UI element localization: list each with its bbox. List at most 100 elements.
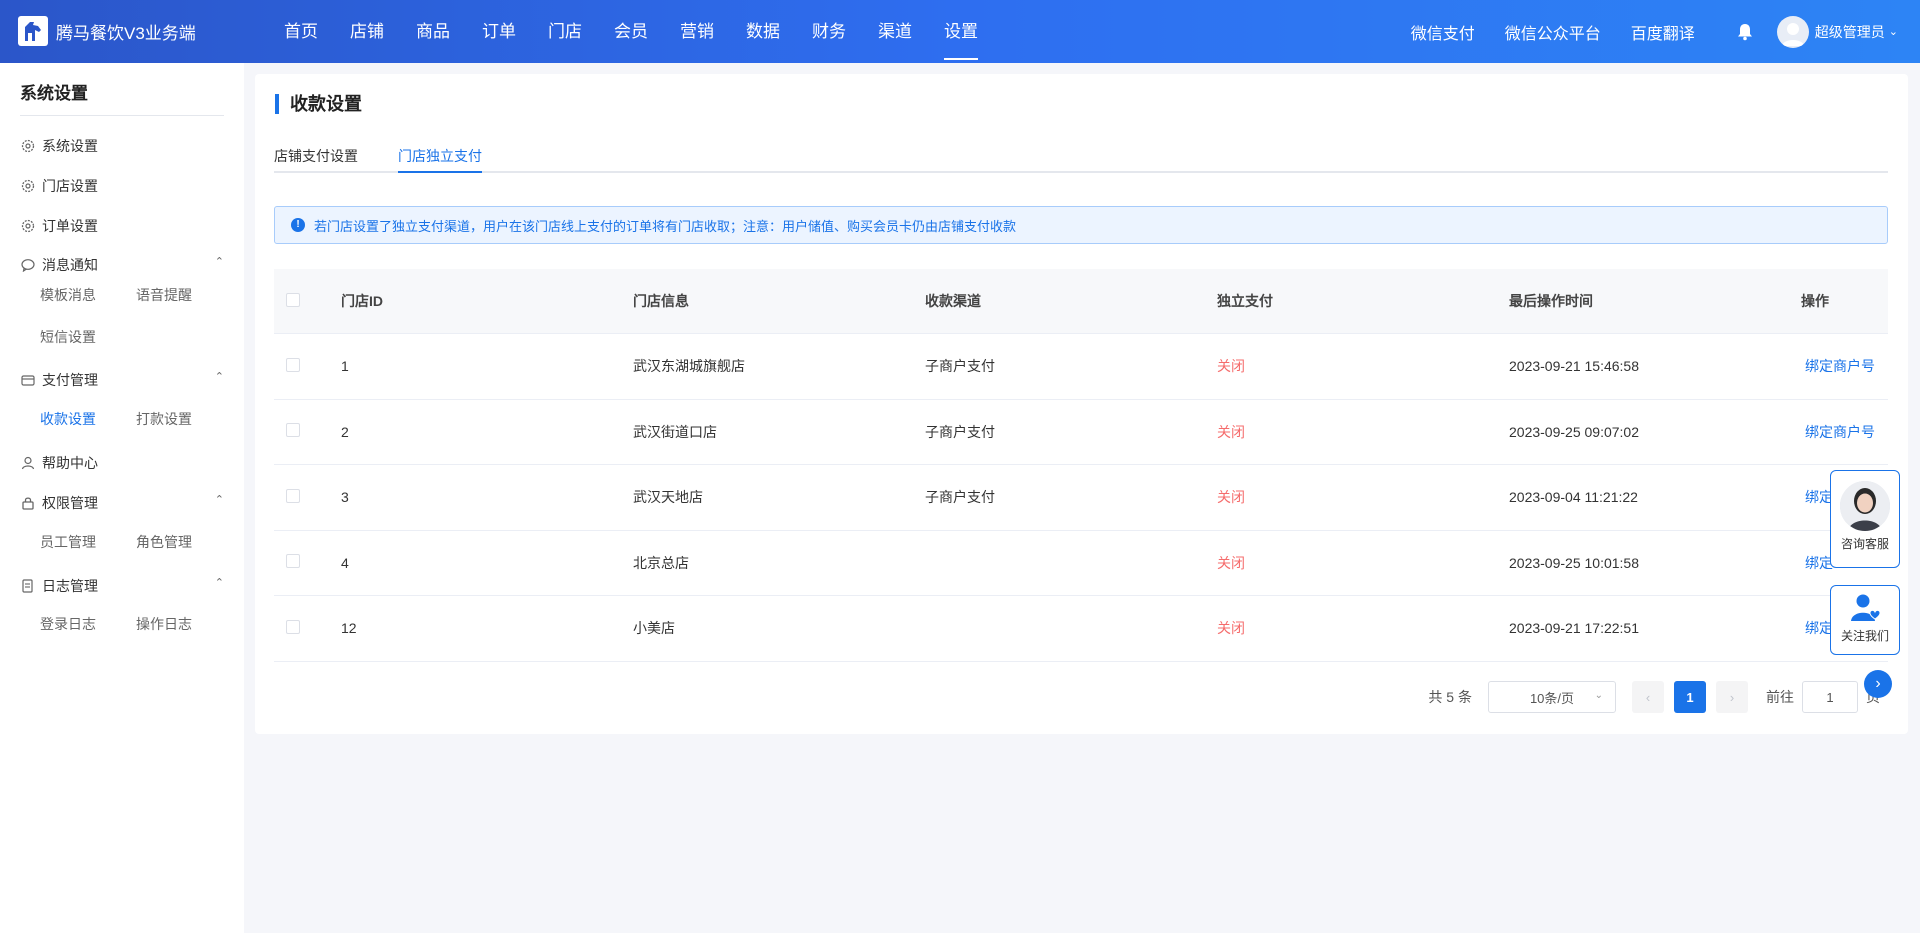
row-checkbox[interactable] bbox=[286, 423, 300, 438]
nav-channels[interactable]: 渠道 bbox=[862, 0, 928, 63]
sidebar-divider bbox=[20, 115, 224, 116]
goto-page-input[interactable]: 1 bbox=[1802, 681, 1858, 713]
table-header: 门店ID 门店信息 收款渠道 独立支付 最后操作时间 操作 bbox=[274, 269, 1888, 334]
stores-table: 门店ID 门店信息 收款渠道 独立支付 最后操作时间 操作 1 武汉东湖城旗舰店… bbox=[274, 269, 1888, 662]
chevron-up-icon: ⌃ bbox=[214, 577, 224, 589]
sidebar-sub-staff[interactable]: 员工管理 bbox=[40, 532, 96, 552]
sidebar-item-permissions[interactable]: 权限管理 ⌃ bbox=[20, 493, 224, 513]
row-checkbox[interactable] bbox=[286, 488, 300, 503]
row-checkbox[interactable] bbox=[286, 554, 300, 569]
log-icon bbox=[20, 578, 36, 594]
next-page-button[interactable]: › bbox=[1716, 681, 1748, 713]
user-name: 超级管理员 bbox=[1814, 23, 1885, 40]
chevron-up-icon: ⌃ bbox=[214, 256, 224, 268]
row-checkbox[interactable] bbox=[286, 619, 300, 634]
cell-id: 2 bbox=[341, 423, 349, 440]
nav-data[interactable]: 数据 bbox=[730, 0, 796, 63]
page-title: 收款设置 bbox=[275, 94, 362, 114]
col-store-id: 门店ID bbox=[341, 293, 383, 309]
sidebar-sub-login-log[interactable]: 登录日志 bbox=[40, 614, 96, 634]
nav-settings[interactable]: 设置 bbox=[928, 0, 994, 63]
sidebar-item-order[interactable]: 订单设置 bbox=[20, 216, 224, 236]
gear-icon bbox=[20, 138, 36, 154]
sidebar-sub-sms[interactable]: 短信设置 bbox=[40, 327, 96, 347]
tab-store-independent-payment[interactable]: 门店独立支付 bbox=[398, 146, 482, 173]
baidu-translate-link[interactable]: 百度翻译 bbox=[1631, 20, 1695, 44]
bind-merchant-link[interactable]: 绑定 bbox=[1801, 620, 1833, 636]
gear-icon bbox=[20, 178, 36, 194]
prev-page-button[interactable]: ‹ bbox=[1632, 681, 1664, 713]
page-number-button[interactable]: 1 bbox=[1674, 681, 1706, 713]
chevron-up-icon: ⌃ bbox=[214, 371, 224, 383]
col-action: 操作 bbox=[1801, 293, 1829, 309]
pagination: 共 5 条 10条/页 ⌄ ‹ 1 › 前往 1 页 bbox=[1428, 681, 1880, 713]
cell-time: 2023-09-21 15:46:58 bbox=[1509, 358, 1639, 375]
col-last-time: 最后操作时间 bbox=[1509, 293, 1593, 309]
select-all-checkbox[interactable] bbox=[286, 292, 300, 307]
follow-us-widget[interactable]: 关注我们 bbox=[1830, 585, 1900, 655]
nav-orders[interactable]: 订单 bbox=[466, 0, 532, 63]
cell-info: 武汉东湖城旗舰店 bbox=[633, 358, 745, 375]
nav-marketing[interactable]: 营销 bbox=[664, 0, 730, 63]
sidebar-sub-collection[interactable]: 收款设置 bbox=[40, 409, 96, 429]
header-right: 微信支付 微信公众平台 百度翻译 超级管理员 ⌄ bbox=[1411, 0, 1920, 63]
cell-status: 关闭 bbox=[1217, 554, 1245, 571]
sidebar-sub-template-msg[interactable]: 模板消息 bbox=[40, 285, 96, 305]
row-checkbox[interactable] bbox=[286, 357, 300, 372]
wechat-pay-link[interactable]: 微信支付 bbox=[1411, 20, 1475, 44]
bind-merchant-link[interactable]: 绑定商户号 bbox=[1801, 424, 1875, 440]
total-count: 共 5 条 bbox=[1428, 689, 1472, 705]
bind-merchant-link[interactable]: 绑定商户号 bbox=[1801, 358, 1875, 374]
tab-shop-payment[interactable]: 店铺支付设置 bbox=[274, 146, 358, 173]
sidebar-item-logs[interactable]: 日志管理 ⌃ bbox=[20, 576, 224, 596]
cell-status: 关闭 bbox=[1217, 620, 1245, 637]
sidebar-item-store[interactable]: 门店设置 bbox=[20, 176, 224, 196]
nav-home[interactable]: 首页 bbox=[268, 0, 334, 63]
sidebar-item-label: 订单设置 bbox=[42, 218, 98, 234]
chevron-right-icon[interactable]: › bbox=[1864, 670, 1892, 698]
sidebar: 系统设置 系统设置 门店设置 订单设置 消息通知 ⌃ 模板消息 语音提醒 短信设… bbox=[0, 63, 244, 933]
brand[interactable]: 腾马餐饮V3业务端 bbox=[18, 16, 196, 46]
cell-id: 3 bbox=[341, 489, 349, 506]
sidebar-item-label: 系统设置 bbox=[42, 138, 98, 154]
sidebar-sub-voice-alert[interactable]: 语音提醒 bbox=[136, 285, 192, 305]
chevron-up-icon: ⌃ bbox=[214, 494, 224, 506]
nav-stores[interactable]: 门店 bbox=[532, 0, 598, 63]
sidebar-item-system[interactable]: 系统设置 bbox=[20, 136, 224, 156]
nav-shop[interactable]: 店铺 bbox=[334, 0, 400, 63]
sidebar-sub-payout[interactable]: 打款设置 bbox=[136, 409, 192, 429]
cell-time: 2023-09-21 17:22:51 bbox=[1509, 620, 1639, 637]
chevron-down-icon: ⌄ bbox=[1594, 690, 1603, 701]
page-size-select[interactable]: 10条/页 ⌄ bbox=[1488, 681, 1616, 713]
cell-time: 2023-09-25 10:01:58 bbox=[1509, 554, 1639, 571]
sidebar-sub-roles[interactable]: 角色管理 bbox=[136, 532, 192, 552]
bell-icon[interactable] bbox=[1735, 22, 1755, 42]
nav-goods[interactable]: 商品 bbox=[400, 0, 466, 63]
user-menu[interactable]: 超级管理员 ⌄ bbox=[1776, 15, 1898, 48]
page-size-value: 10条/页 bbox=[1529, 690, 1575, 706]
horse-logo-icon bbox=[18, 16, 48, 46]
wallet-icon bbox=[20, 372, 36, 388]
sidebar-item-messages[interactable]: 消息通知 ⌃ bbox=[20, 255, 224, 275]
avatar bbox=[1776, 15, 1809, 48]
sidebar-item-label: 权限管理 bbox=[42, 495, 98, 511]
col-channel: 收款渠道 bbox=[925, 293, 981, 309]
sidebar-sub-operation-log[interactable]: 操作日志 bbox=[136, 614, 192, 634]
bind-merchant-link[interactable]: 绑定 bbox=[1801, 489, 1833, 505]
nav-finance[interactable]: 财务 bbox=[796, 0, 862, 63]
cell-info: 小美店 bbox=[633, 620, 675, 637]
bind-merchant-link[interactable]: 绑定 bbox=[1801, 555, 1833, 571]
main-nav: 首页 店铺 商品 订单 门店 会员 营销 数据 财务 渠道 设置 bbox=[268, 0, 994, 63]
cell-status: 关闭 bbox=[1217, 489, 1245, 506]
cell-channel: 子商户支付 bbox=[925, 423, 995, 440]
wechat-mp-link[interactable]: 微信公众平台 bbox=[1505, 20, 1601, 44]
gear-icon bbox=[20, 218, 36, 234]
follow-label: 关注我们 bbox=[1840, 629, 1889, 643]
chevron-down-icon: ⌄ bbox=[1888, 26, 1898, 38]
sidebar-item-help[interactable]: 帮助中心 bbox=[20, 453, 224, 473]
sidebar-item-label: 日志管理 bbox=[42, 578, 98, 594]
nav-members[interactable]: 会员 bbox=[598, 0, 664, 63]
sidebar-item-payment[interactable]: 支付管理 ⌃ bbox=[20, 370, 224, 390]
customer-service-widget[interactable]: 咨询客服 bbox=[1830, 470, 1900, 568]
content-card: 收款设置 店铺支付设置 门店独立支付 ! 若门店设置了独立支付渠道，用户在该门店… bbox=[255, 74, 1908, 734]
